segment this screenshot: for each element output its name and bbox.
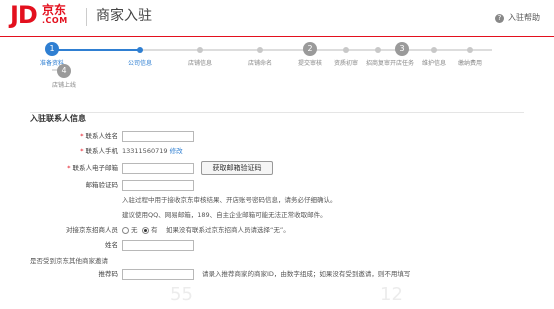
referrer-yes-label[interactable]: 有 — [151, 226, 158, 235]
referrer-name-input[interactable] — [122, 240, 194, 251]
step-number: 3 — [395, 42, 409, 56]
step-number: 1 — [45, 42, 59, 56]
section-title: 入驻联系人信息 — [30, 114, 86, 123]
contact-email-input[interactable] — [122, 163, 194, 174]
referrer-no-label[interactable]: 无 — [131, 226, 138, 235]
contact-name-label: * 联系人姓名 — [80, 132, 118, 140]
step-label: 店铺信息 — [187, 60, 212, 67]
header-divider — [86, 8, 87, 26]
step-number: 2 — [303, 42, 317, 56]
step-label: 缴纳费用 — [457, 60, 482, 67]
modify-phone-link[interactable]: 修改 — [170, 147, 183, 155]
help-label: 入驻帮助 — [508, 13, 540, 22]
help-icon: ? — [495, 13, 504, 23]
step-dot — [137, 47, 143, 53]
referrer-no-radio[interactable] — [122, 227, 129, 234]
name-label: 姓名 — [105, 241, 118, 249]
step-label: 公司信息 — [127, 60, 152, 67]
recommend-code-hint: 请录入推荐商家的商家ID，由数字组成；如果没有受到邀请，则不用填写 — [202, 270, 411, 278]
email-hint-1: 入驻过程中用于接收京东审核结果、开店账号密码信息，请务必仔细确认。 — [122, 196, 337, 204]
recommend-code-input[interactable] — [122, 269, 194, 280]
step-dot — [197, 47, 203, 53]
step-11: 4 店铺上线 — [42, 64, 86, 90]
contact-phone-label: * 联系人手机 — [80, 147, 118, 155]
email-code-label: 邮箱验证码 — [85, 181, 119, 189]
contact-email-label: * 联系人电子邮箱 — [67, 164, 118, 172]
contact-phone-value: 13311560719 修改 — [122, 147, 183, 155]
section-divider — [30, 112, 524, 113]
watermark-left: 55 — [170, 284, 193, 305]
step-3: 店铺信息 — [178, 42, 222, 68]
recommend-code-label: 推荐码 — [98, 270, 119, 278]
step-label: 店铺命名 — [247, 60, 272, 67]
step-number: 4 — [57, 64, 71, 78]
email-hint-2: 建议使用QQ、网易邮箱，189、自主企业邮箱可能无法正常收取邮件。 — [122, 211, 327, 219]
header: JD 京东 .COM 商家入驻 ? 入驻帮助 — [0, 0, 554, 36]
step-4: 店铺命名 — [238, 42, 282, 68]
get-email-code-button[interactable]: 获取邮箱验证码 — [201, 161, 273, 175]
progress-steps: 1 准备资料 公司信息 店铺信息 店铺命名 2 提交审核 资质初审 招商复审 3… — [30, 40, 530, 110]
referrer-hint: 如果没有联系过京东招商人员请选择“无”。 — [166, 226, 290, 234]
step-dot — [257, 47, 263, 53]
referrer-yes-radio[interactable] — [142, 227, 149, 234]
header-red-line — [0, 36, 554, 37]
step-dot — [343, 47, 349, 53]
logo-com-text: .COM — [42, 16, 68, 25]
logo-cn-text: 京东 — [42, 3, 67, 17]
invited-label: 是否受到京东其他商家邀请 — [30, 257, 108, 265]
step-2: 公司信息 — [118, 42, 162, 68]
page-title: 商家入驻 — [96, 8, 152, 24]
contact-name-input[interactable] — [122, 131, 194, 142]
email-code-input[interactable] — [122, 180, 194, 191]
logo-jd-text: JD — [10, 1, 38, 29]
step-label: 店铺上线 — [51, 82, 76, 89]
step-dot — [467, 47, 473, 53]
step-10: 缴纳费用 — [448, 42, 492, 68]
referrer-label: 对接京东招商人员 — [66, 226, 118, 234]
watermark-right: 12 — [380, 284, 403, 305]
jd-logo[interactable]: JD 京东 .COM — [10, 2, 86, 32]
step-dot — [431, 47, 437, 53]
help-link[interactable]: ? 入驻帮助 — [495, 13, 540, 23]
